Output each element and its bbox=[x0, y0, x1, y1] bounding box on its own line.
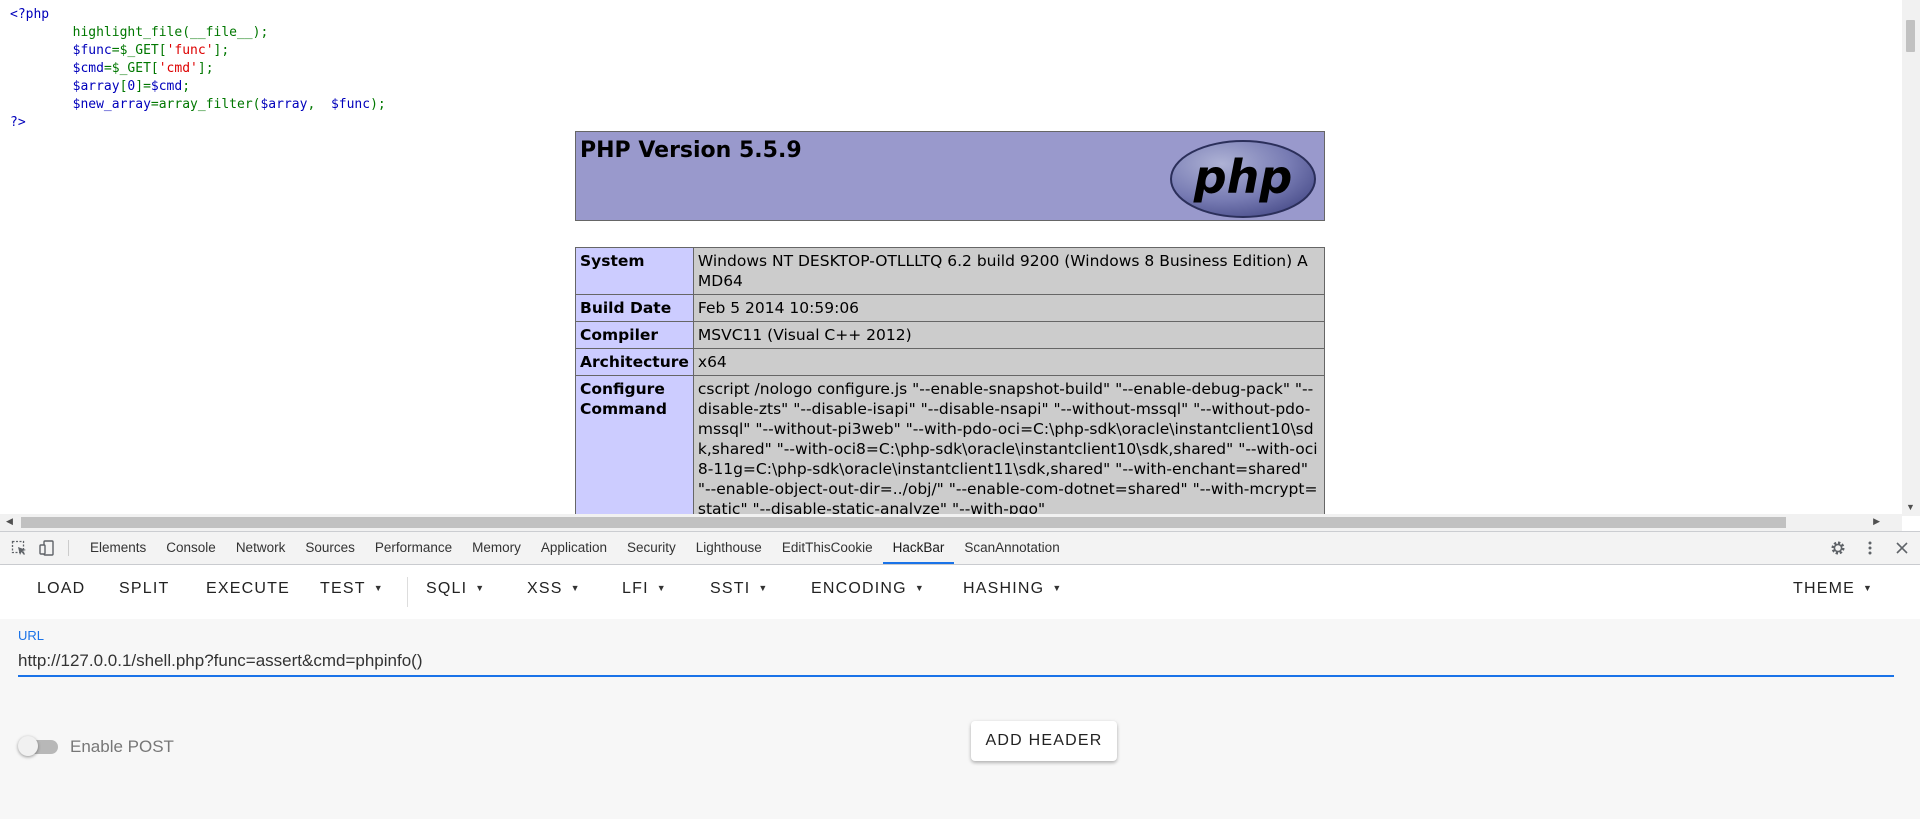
button-label: LFI bbox=[622, 580, 649, 597]
row-label: Compiler bbox=[575, 321, 694, 349]
chevron-down-icon: ▼ bbox=[758, 583, 769, 593]
hackbar-body: URL Enable POST ADD HEADER bbox=[0, 619, 1920, 819]
row-value: Windows NT DESKTOP-OTLLLTQ 6.2 build 920… bbox=[692, 247, 1326, 295]
load-button[interactable]: LOAD bbox=[37, 580, 85, 598]
tab-sources[interactable]: Sources bbox=[295, 532, 365, 564]
row-label: Architecture bbox=[575, 348, 694, 376]
code-line: $array[0]=$cmd; bbox=[72, 79, 191, 94]
vertical-scrollbar-thumb[interactable] bbox=[1906, 20, 1915, 52]
devtools-panel: Elements Console Network Sources Performance… bbox=[0, 531, 1920, 819]
xss-button[interactable]: XSS ▼ bbox=[527, 580, 581, 598]
button-label: SQLI bbox=[426, 580, 468, 597]
test-button[interactable]: TEST ▼ bbox=[320, 580, 384, 598]
settings-gear-icon[interactable] bbox=[1830, 540, 1846, 556]
ssti-button[interactable]: SSTI ▼ bbox=[710, 580, 768, 598]
php-close-tag: ?> bbox=[10, 115, 26, 130]
browser-viewport: <?php highlight_file(__file__); $func=$_… bbox=[0, 0, 1920, 531]
button-label: HASHING bbox=[963, 580, 1045, 597]
row-value: x64 bbox=[692, 348, 1326, 376]
scroll-right-arrow-icon[interactable]: ▶ bbox=[1873, 516, 1880, 527]
url-input[interactable] bbox=[18, 647, 1894, 677]
devtools-tabbar: Elements Console Network Sources Performance… bbox=[0, 532, 1920, 565]
tab-network[interactable]: Network bbox=[226, 532, 296, 564]
button-label: ENCODING bbox=[811, 580, 907, 597]
phpinfo-table: System Windows NT DESKTOP-OTLLLTQ 6.2 bui… bbox=[575, 247, 1326, 523]
execute-button[interactable]: EXECUTE bbox=[206, 580, 290, 598]
tab-hackbar[interactable]: HackBar bbox=[882, 532, 955, 564]
horizontal-scrollbar[interactable]: ◀ ▶ bbox=[0, 514, 1902, 531]
tab-console[interactable]: Console bbox=[156, 532, 226, 564]
devtools-tabs: Elements Console Network Sources Performance… bbox=[80, 532, 1070, 564]
hackbar-toolbar: LOAD SPLIT EXECUTE TEST ▼ SQLI ▼ XSS ▼ LFI ▼ SSTI ▼ E… bbox=[0, 565, 1920, 619]
php-open-tag: <?php bbox=[10, 7, 50, 22]
button-label: XSS bbox=[527, 580, 563, 597]
tab-application[interactable]: Application bbox=[531, 532, 617, 564]
horizontal-scrollbar-thumb[interactable] bbox=[21, 517, 1786, 528]
encoding-button[interactable]: ENCODING ▼ bbox=[811, 580, 925, 598]
table-row: Compiler MSVC11 (Visual C++ 2012) bbox=[575, 321, 1326, 349]
tab-scanannotation[interactable]: ScanAnnotation bbox=[954, 532, 1069, 564]
vertical-scrollbar[interactable]: ▼ bbox=[1902, 0, 1920, 516]
tab-security[interactable]: Security bbox=[617, 532, 686, 564]
code-line: $new_array=array_filter($array, $func); bbox=[72, 97, 386, 112]
scroll-left-arrow-icon[interactable]: ◀ bbox=[6, 516, 13, 527]
button-label: SSTI bbox=[710, 580, 751, 597]
code-line: $cmd=$_GET['cmd']; bbox=[72, 61, 214, 76]
chevron-down-icon: ▼ bbox=[475, 583, 486, 593]
enable-post-toggle[interactable] bbox=[18, 736, 60, 756]
enable-post-label: Enable POST bbox=[70, 737, 174, 756]
split-button[interactable]: SPLIT bbox=[119, 580, 169, 598]
add-header-button[interactable]: ADD HEADER bbox=[971, 721, 1117, 761]
chevron-down-icon: ▼ bbox=[1052, 583, 1063, 593]
php-source-code: <?php highlight_file(__file__); $func=$_… bbox=[10, 6, 386, 132]
chevron-down-icon: ▼ bbox=[1863, 583, 1874, 593]
close-icon[interactable] bbox=[1894, 540, 1910, 556]
row-value: Feb 5 2014 10:59:06 bbox=[692, 294, 1326, 322]
tab-performance[interactable]: Performance bbox=[365, 532, 462, 564]
device-toolbar-icon[interactable] bbox=[39, 540, 55, 556]
toggle-knob[interactable] bbox=[18, 736, 38, 756]
lfi-button[interactable]: LFI ▼ bbox=[622, 580, 667, 598]
url-label: URL bbox=[18, 628, 45, 643]
sqli-button[interactable]: SQLI ▼ bbox=[426, 580, 485, 598]
button-label: EXECUTE bbox=[206, 580, 290, 597]
table-row: System Windows NT DESKTOP-OTLLLTQ 6.2 bui… bbox=[575, 247, 1326, 295]
page-title: PHP Version 5.5.9 bbox=[580, 138, 802, 163]
button-label: LOAD bbox=[37, 580, 86, 597]
inspect-element-icon[interactable] bbox=[11, 540, 27, 556]
scroll-down-arrow-icon[interactable]: ▼ bbox=[1906, 502, 1915, 512]
svg-text:php: php bbox=[1193, 150, 1293, 204]
row-label: Build Date bbox=[575, 294, 694, 322]
table-row: Configure Command cscript /nologo configu… bbox=[575, 375, 1326, 523]
tab-elements[interactable]: Elements bbox=[80, 532, 156, 564]
chevron-down-icon: ▼ bbox=[373, 583, 384, 593]
table-row: Build Date Feb 5 2014 10:59:06 bbox=[575, 294, 1326, 322]
button-label: SPLIT bbox=[119, 580, 170, 597]
phpinfo-header: PHP Version 5.5.9 php bbox=[575, 131, 1325, 221]
php-logo-icon: php bbox=[1170, 140, 1316, 218]
phpinfo-container: PHP Version 5.5.9 php System Windows NT D… bbox=[575, 131, 1326, 523]
toolbar-divider bbox=[407, 577, 408, 607]
chevron-down-icon: ▼ bbox=[570, 583, 581, 593]
tab-editthiscookie[interactable]: EditThisCookie bbox=[772, 532, 883, 564]
theme-button[interactable]: THEME ▼ bbox=[1793, 580, 1873, 598]
code-line: highlight_file(__file__); bbox=[72, 25, 269, 40]
chevron-down-icon: ▼ bbox=[656, 583, 667, 593]
tab-lighthouse[interactable]: Lighthouse bbox=[686, 532, 772, 564]
row-value: cscript /nologo configure.js "--enable-s… bbox=[692, 375, 1326, 523]
row-value: MSVC11 (Visual C++ 2012) bbox=[692, 321, 1326, 349]
row-label: System bbox=[575, 247, 694, 295]
button-label: TEST bbox=[320, 580, 366, 597]
table-row: Architecture x64 bbox=[575, 348, 1326, 376]
chevron-down-icon: ▼ bbox=[914, 583, 925, 593]
tab-memory[interactable]: Memory bbox=[462, 532, 531, 564]
code-line: $func=$_GET['func']; bbox=[72, 43, 230, 58]
toolbar-divider bbox=[68, 540, 69, 556]
row-label: Configure Command bbox=[575, 375, 694, 523]
hashing-button[interactable]: HASHING ▼ bbox=[963, 580, 1062, 598]
more-options-icon[interactable] bbox=[1862, 540, 1878, 556]
